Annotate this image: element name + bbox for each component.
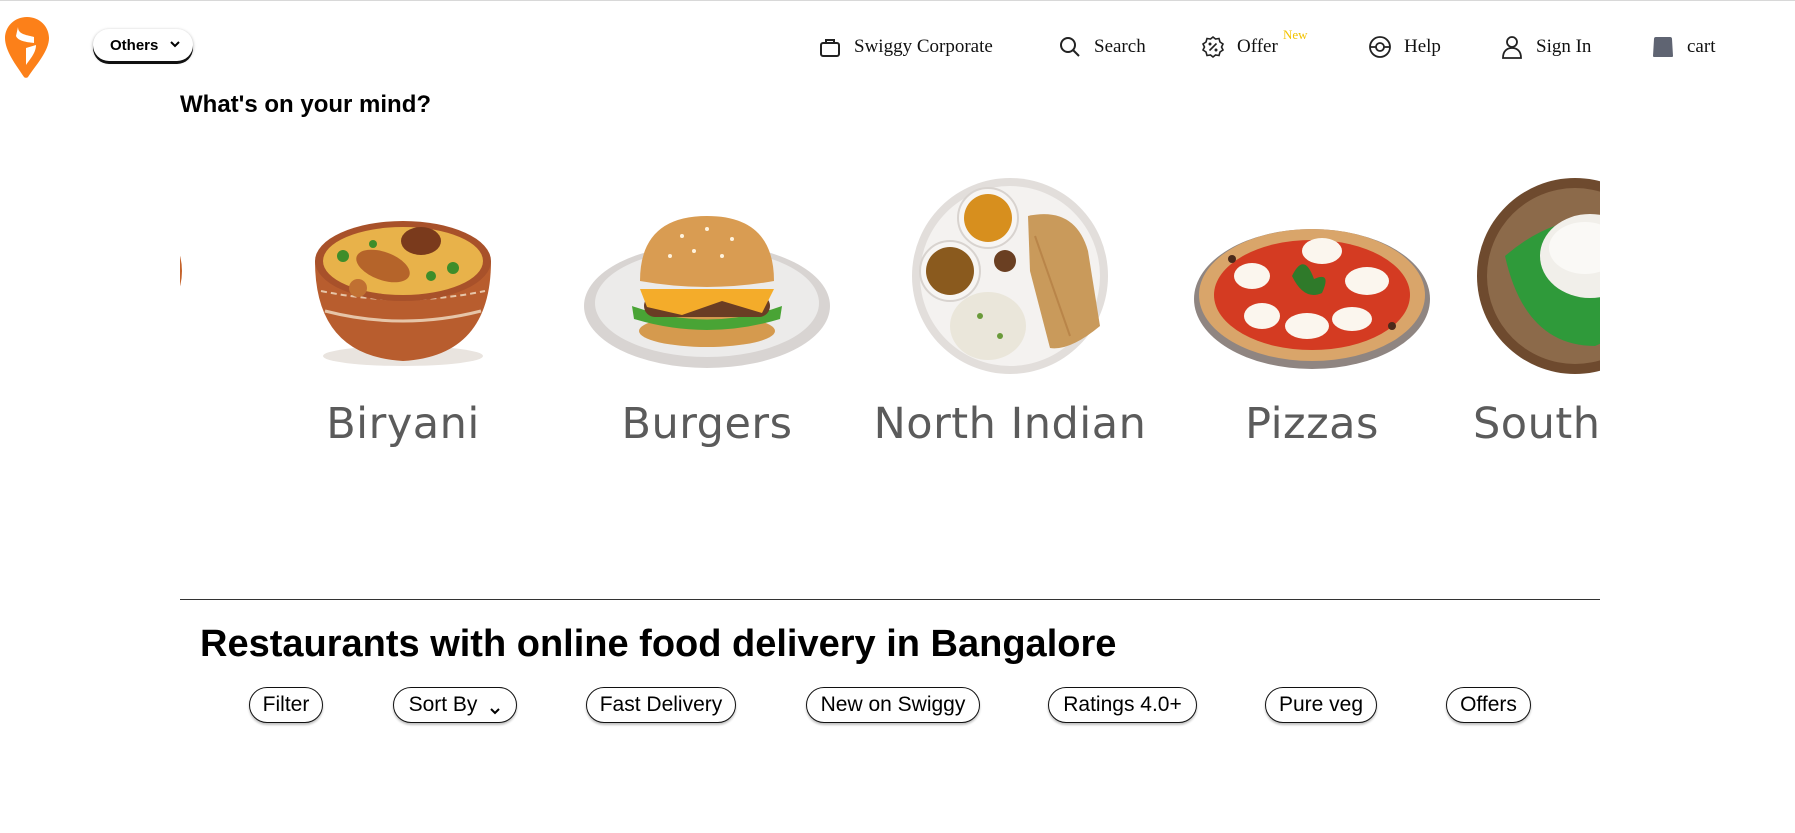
south-indian-image: [1477, 178, 1600, 374]
search-icon: [1058, 35, 1082, 59]
chip-label: Sort By: [408, 693, 478, 716]
category-south[interactable]: South: [1465, 166, 1600, 466]
filter-chip-new-on-swiggy[interactable]: New on Swiggy: [806, 687, 980, 723]
nav-help[interactable]: Help: [1368, 31, 1441, 63]
category-label: South: [1473, 399, 1600, 449]
north-indian-thali-image: [912, 178, 1108, 374]
category-label: Burgers: [621, 399, 793, 449]
new-badge: New: [1283, 27, 1308, 42]
biryani-image: [315, 221, 491, 366]
location-select-value: Others: [110, 36, 159, 54]
category-pizzas[interactable]: Pizzas: [1162, 166, 1462, 466]
nav-sign-in[interactable]: Sign In: [1500, 31, 1591, 63]
restaurants-heading: Restaurants with online food delivery in…: [200, 623, 1117, 665]
help-icon: [1368, 35, 1392, 59]
filter-chip-fast-delivery[interactable]: Fast Delivery: [586, 687, 736, 723]
category-label: North Indian: [873, 399, 1147, 449]
nav-label: cart: [1687, 36, 1716, 57]
burger-image: [584, 216, 830, 368]
filter-chip-offers[interactable]: Offers: [1446, 687, 1531, 723]
chip-label: Fast Delivery: [599, 693, 723, 716]
filter-chip-filter[interactable]: Filter: [249, 687, 323, 723]
category-biryani[interactable]: Biryani: [253, 166, 553, 466]
category-north-indian[interactable]: North Indian: [860, 166, 1160, 466]
sort-by-select[interactable]: Sort By: [393, 687, 517, 723]
pizza-image: [1194, 229, 1430, 369]
cart-bag-icon: [1651, 35, 1675, 59]
nav-label: Sign In: [1536, 36, 1592, 57]
offer-percent-icon: [1201, 35, 1225, 59]
chip-label: Filter: [262, 693, 310, 716]
chip-label: New on Swiggy: [820, 693, 966, 716]
whats-on-your-mind-title: What's on your mind?: [180, 91, 432, 118]
filter-chip-ratings[interactable]: Ratings 4.0+: [1048, 687, 1197, 723]
chip-label: Offers: [1460, 693, 1517, 716]
filter-chip-pure-veg[interactable]: Pure veg: [1265, 687, 1377, 723]
nav-swiggy-corporate[interactable]: Swiggy Corporate: [818, 31, 993, 63]
chip-label: Pure veg: [1278, 693, 1364, 716]
briefcase-icon: [818, 35, 842, 59]
food-category-carousel[interactable]: Biryani Burgers North Indian Pizzas Sout…: [180, 166, 1600, 466]
chip-label: Ratings 4.0+: [1063, 693, 1182, 716]
nav-label: Search: [1094, 36, 1146, 57]
chevron-down-icon: [169, 37, 181, 54]
nav-label: Offer: [1237, 36, 1278, 57]
nav-cart[interactable]: cart: [1651, 31, 1715, 63]
user-icon: [1500, 35, 1524, 59]
section-divider: [180, 599, 1600, 600]
chevron-down-icon: [489, 699, 501, 715]
nav-offer[interactable]: Offer New: [1201, 27, 1308, 63]
swiggy-logo-icon[interactable]: [4, 15, 50, 79]
category-label: Biryani: [326, 399, 480, 449]
previous-category-partial: [180, 236, 182, 306]
nav-label: Swiggy Corporate: [854, 36, 993, 57]
location-select[interactable]: Others: [93, 29, 193, 61]
nav-search[interactable]: Search: [1058, 31, 1146, 63]
category-label: Pizzas: [1245, 399, 1379, 449]
nav-label: Help: [1404, 36, 1441, 57]
category-burgers[interactable]: Burgers: [557, 166, 857, 466]
